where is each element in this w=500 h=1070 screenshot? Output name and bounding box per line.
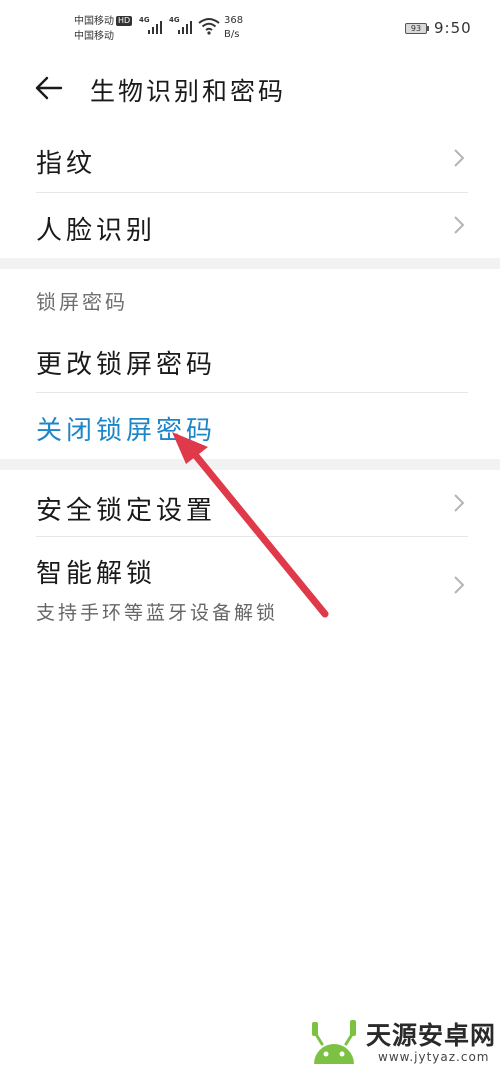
carrier-2: 中国移动 bbox=[74, 31, 114, 42]
android-logo-icon bbox=[312, 1020, 356, 1064]
watermark-text: 天源安卓网 bbox=[366, 1021, 497, 1050]
list-item-label: 关闭锁屏密码 bbox=[36, 416, 217, 446]
page-title: 生物识别和密码 bbox=[90, 77, 287, 106]
battery-tip bbox=[427, 26, 429, 31]
list-item-fingerprint[interactable]: 指纹 bbox=[0, 124, 500, 192]
list-item-label: 人脸识别 bbox=[36, 216, 157, 246]
speed-value: 368 bbox=[224, 15, 244, 26]
list-item-label: 更改锁屏密码 bbox=[36, 350, 217, 380]
back-arrow-icon[interactable] bbox=[35, 74, 63, 102]
speed-unit: B/s bbox=[224, 29, 240, 40]
section-gap bbox=[0, 459, 500, 470]
chevron-right-icon bbox=[454, 149, 465, 167]
list-item-subtitle: 支持手环等蓝牙设备解锁 bbox=[36, 602, 279, 624]
section-header-lock-password: 锁屏密码 bbox=[36, 290, 128, 314]
battery-level: 93 bbox=[410, 24, 422, 33]
chevron-right-icon bbox=[454, 216, 465, 234]
battery-icon: 93 bbox=[405, 23, 427, 34]
carrier-info: 中国移动 HD 中国移动 bbox=[74, 14, 133, 44]
wifi-icon bbox=[198, 18, 220, 35]
list-item-change-lock-password[interactable]: 更改锁屏密码 bbox=[0, 326, 500, 392]
hd-badge: HD bbox=[116, 16, 133, 26]
chevron-right-icon bbox=[454, 494, 465, 512]
list-item-close-lock-password[interactable]: 关闭锁屏密码 bbox=[0, 393, 500, 459]
section-gap bbox=[0, 258, 500, 269]
list-item-security-lock-settings[interactable]: 安全锁定设置 bbox=[0, 470, 500, 536]
list-item-label: 安全锁定设置 bbox=[36, 496, 217, 526]
carrier-1: 中国移动 bbox=[74, 16, 114, 27]
list-item-face-recognition[interactable]: 人脸识别 bbox=[0, 193, 500, 258]
clock: 9:50 bbox=[434, 19, 472, 37]
list-item-smart-unlock[interactable]: 智能解锁 支持手环等蓝牙设备解锁 bbox=[0, 537, 500, 637]
chevron-right-icon bbox=[454, 576, 465, 594]
network-speed: 368 B/s bbox=[224, 14, 243, 42]
watermark-url: www.jytyaz.com bbox=[378, 1050, 490, 1064]
list-item-label: 指纹 bbox=[36, 149, 97, 179]
status-bar: 中国移动 HD 中国移动 4G 4G 368 B/s 93 9:50 bbox=[0, 0, 500, 48]
list-item-label: 智能解锁 bbox=[36, 559, 157, 589]
watermark: 天源安卓网 www.jytyaz.com bbox=[300, 1010, 500, 1070]
